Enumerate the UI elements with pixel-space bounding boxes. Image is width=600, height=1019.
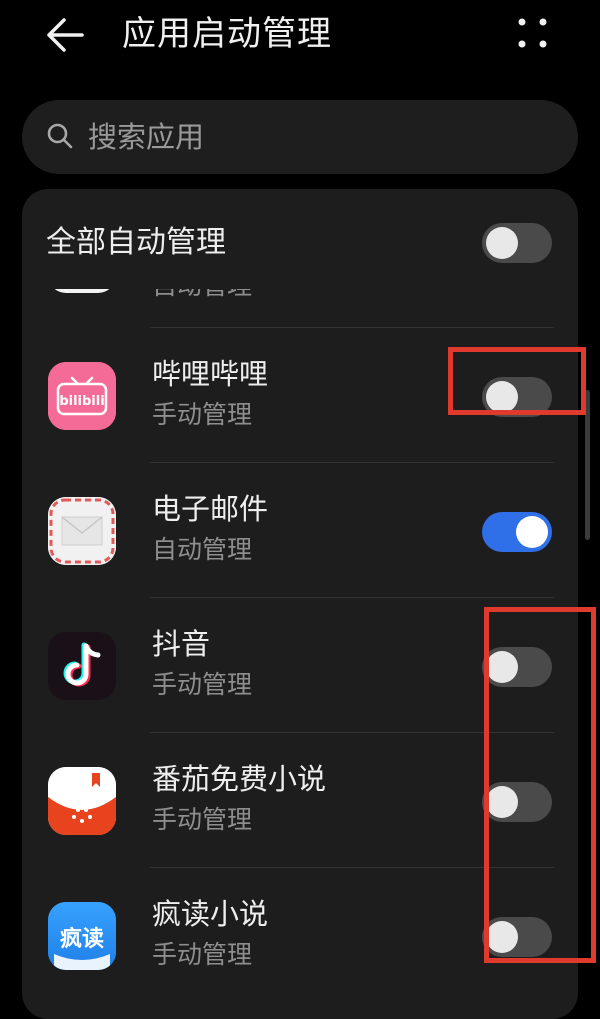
search-input[interactable] [88,114,548,160]
back-button[interactable] [40,10,96,60]
all-auto-manage-label: 全部自动管理 [46,225,226,260]
app-status: 手动管理 [152,940,253,969]
partial-app-icon [48,289,116,293]
fengdu-novel-app-icon: 疯读 [48,902,116,970]
fengdu-icon-text: 疯读 [60,926,104,952]
app-name: 番茄免费小说 [152,762,327,796]
app-status: 手动管理 [152,400,253,429]
page-title: 应用启动管理 [122,14,332,54]
app-name: 疯读小说 [152,897,269,931]
more-grid-icon [518,18,547,48]
app-toggle-email[interactable] [482,512,552,552]
bilibili-app-icon: bilibili [48,362,116,430]
app-status: 手动管理 [152,805,253,834]
bilibili-icon-text: bilibili [59,394,104,409]
app-status: 手动管理 [152,670,253,699]
search-box[interactable] [22,100,578,174]
app-name: 电子邮件 [152,492,269,526]
douyin-app-icon [48,632,116,700]
toggle-knob [486,227,518,259]
red-annotation-box [484,607,596,963]
partial-app-status: 自动管理 [152,289,252,303]
top-app-bar: 应用启动管理 [0,0,600,78]
toggle-knob [516,516,548,548]
fanqie-novel-app-icon [48,767,116,835]
app-name: 抖音 [152,627,211,661]
red-annotation-box [448,347,586,415]
list-item-partial[interactable]: 自动管理 [22,289,578,327]
arrow-left-icon [47,18,84,52]
all-auto-manage-row: 全部自动管理 [22,189,578,293]
email-app-icon [48,497,116,565]
app-name: 哔哩哔哩 [152,357,269,391]
search-icon [47,123,73,149]
all-auto-manage-toggle[interactable] [482,223,552,263]
app-status: 自动管理 [152,535,253,564]
more-options-button[interactable] [506,8,558,60]
list-item[interactable]: 电子邮件 自动管理 [22,463,578,598]
